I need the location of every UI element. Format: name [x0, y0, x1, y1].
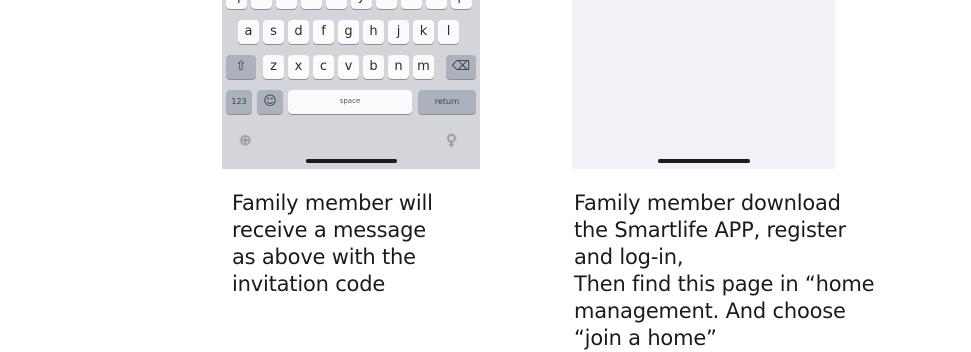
key-d[interactable]: d: [288, 20, 309, 44]
shift-key[interactable]: ⇧: [226, 55, 256, 79]
key-i[interactable]: i: [401, 0, 422, 9]
key-g[interactable]: g: [338, 20, 359, 44]
return-key[interactable]: return: [418, 90, 476, 114]
key-h[interactable]: h: [363, 20, 384, 44]
emoji-icon: ☺: [263, 94, 277, 109]
key-r[interactable]: r: [301, 0, 322, 9]
home-indicator: [306, 159, 397, 163]
delete-key[interactable]: ⌫: [446, 55, 476, 79]
caption-line: management. And choose: [574, 299, 846, 323]
key-v[interactable]: v: [338, 55, 359, 79]
key-m[interactable]: m: [413, 55, 434, 79]
caption-line: the Smartlife APP, register: [574, 218, 846, 242]
key-x[interactable]: x: [288, 55, 309, 79]
key-o[interactable]: o: [426, 0, 447, 9]
keyboard-row-top: q w e r t y u i o p: [222, 0, 480, 9]
join-home-screenshot: [572, 0, 835, 169]
microphone-icon[interactable]: ♀: [446, 131, 457, 149]
keyboard-row-function: 123 ☺ space return: [222, 90, 480, 114]
key-l[interactable]: l: [438, 20, 459, 44]
caption-line: as above with the: [232, 245, 416, 269]
key-c[interactable]: c: [313, 55, 334, 79]
key-b[interactable]: b: [363, 55, 384, 79]
right-caption: Family member download the Smartlife APP…: [574, 190, 875, 352]
emoji-key[interactable]: ☺: [257, 90, 283, 114]
caption-line: invitation code: [232, 272, 386, 296]
caption-line: Family member download: [574, 191, 841, 215]
caption-line: Family member will: [232, 191, 433, 215]
keyboard-row-bottom-letters: ⇧ z x c v b n m ⌫: [222, 55, 480, 79]
caption-line: receive a message: [232, 218, 426, 242]
ios-keyboard-screenshot: q w e r t y u i o p a s d f g h j k l ⇧ …: [222, 0, 480, 169]
key-a[interactable]: a: [238, 20, 259, 44]
space-key[interactable]: space: [288, 90, 412, 114]
key-e[interactable]: e: [276, 0, 297, 9]
key-y[interactable]: y: [351, 0, 372, 9]
key-w[interactable]: w: [251, 0, 272, 9]
caption-line: “join a home”: [574, 326, 717, 350]
key-p[interactable]: p: [451, 0, 472, 9]
delete-icon: ⌫: [451, 59, 471, 74]
numbers-key[interactable]: 123: [226, 90, 252, 114]
key-k[interactable]: k: [413, 20, 434, 44]
key-f[interactable]: f: [313, 20, 334, 44]
globe-icon[interactable]: ⊕: [239, 131, 252, 149]
key-n[interactable]: n: [388, 55, 409, 79]
key-s[interactable]: s: [263, 20, 284, 44]
key-q[interactable]: q: [226, 0, 247, 9]
keyboard-row-home: a s d f g h j k l: [222, 20, 480, 44]
caption-line: Then find this page in “home: [574, 272, 875, 296]
caption-line: and log-in,: [574, 245, 684, 269]
key-z[interactable]: z: [263, 55, 284, 79]
left-caption: Family member will receive a message as …: [232, 190, 433, 298]
key-j[interactable]: j: [388, 20, 409, 44]
home-indicator: [658, 159, 750, 163]
key-u[interactable]: u: [376, 0, 397, 9]
shift-icon: ⇧: [235, 59, 247, 74]
key-t[interactable]: t: [326, 0, 347, 9]
